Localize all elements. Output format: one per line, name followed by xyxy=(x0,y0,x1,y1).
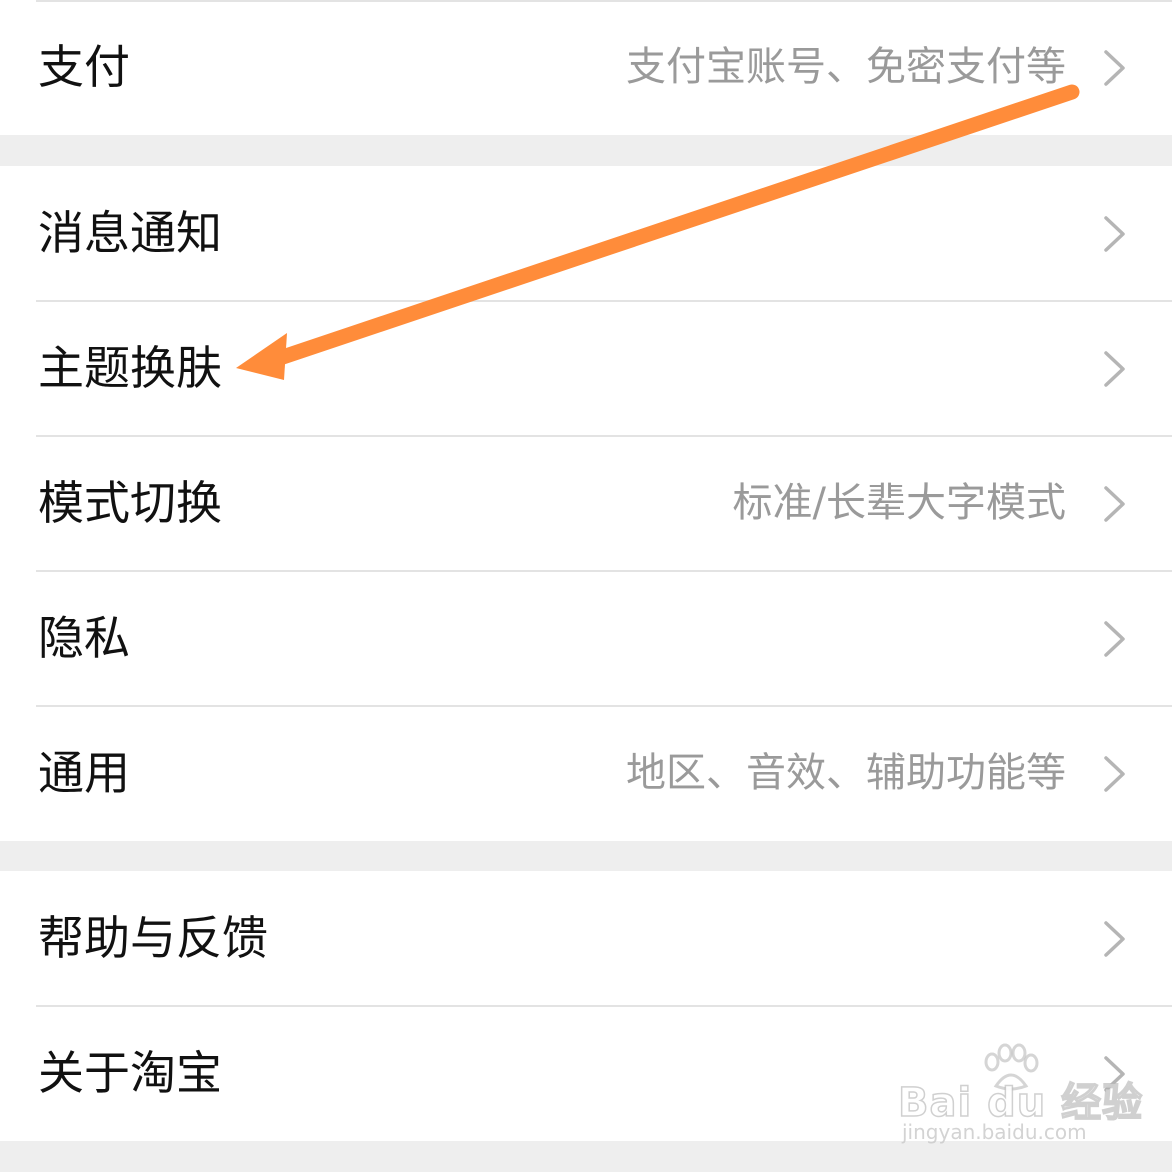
chevron-right-icon xyxy=(1104,921,1125,957)
row-value: 标准/长辈大字模式 xyxy=(732,480,1066,526)
settings-row-general[interactable]: 通用 地区、音效、辅助功能等 xyxy=(0,706,1172,841)
row-value: 支付宝账号、免密支付等 xyxy=(626,44,1066,90)
settings-row-help-feedback[interactable]: 帮助与反馈 xyxy=(0,871,1172,1006)
settings-row-mode-switch[interactable]: 模式切换 标准/长辈大字模式 xyxy=(0,436,1172,571)
settings-group-about: 帮助与反馈 关于淘宝 xyxy=(0,871,1172,1141)
settings-screen: 支付 支付宝账号、免密支付等 消息通知 主题换肤 模式切换 标准/长辈大字模式 … xyxy=(0,0,1172,1172)
settings-row-payment[interactable]: 支付 支付宝账号、免密支付等 xyxy=(0,0,1172,135)
settings-row-theme[interactable]: 主题换肤 xyxy=(0,301,1172,436)
row-label: 主题换肤 xyxy=(38,341,222,395)
row-label: 关于淘宝 xyxy=(38,1046,222,1100)
row-label: 帮助与反馈 xyxy=(38,911,268,965)
row-label: 支付 xyxy=(38,40,130,94)
settings-group-preferences: 消息通知 主题换肤 模式切换 标准/长辈大字模式 隐私 通用 地区、音效、辅助功… xyxy=(0,166,1172,841)
settings-group-payment: 支付 支付宝账号、免密支付等 xyxy=(0,0,1172,135)
settings-row-notifications[interactable]: 消息通知 xyxy=(0,166,1172,301)
chevron-right-icon xyxy=(1104,621,1125,657)
row-label: 通用 xyxy=(38,746,130,800)
row-label: 隐私 xyxy=(38,611,130,665)
chevron-right-icon xyxy=(1104,756,1125,792)
chevron-right-icon xyxy=(1104,216,1125,252)
row-label: 模式切换 xyxy=(38,476,222,530)
chevron-right-icon xyxy=(1104,1056,1125,1092)
chevron-right-icon xyxy=(1104,486,1125,522)
row-value: 地区、音效、辅助功能等 xyxy=(626,750,1066,796)
settings-row-privacy[interactable]: 隐私 xyxy=(0,571,1172,706)
chevron-right-icon xyxy=(1104,50,1125,86)
row-label: 消息通知 xyxy=(38,206,222,260)
settings-row-about-taobao[interactable]: 关于淘宝 xyxy=(0,1006,1172,1141)
chevron-right-icon xyxy=(1104,351,1125,387)
